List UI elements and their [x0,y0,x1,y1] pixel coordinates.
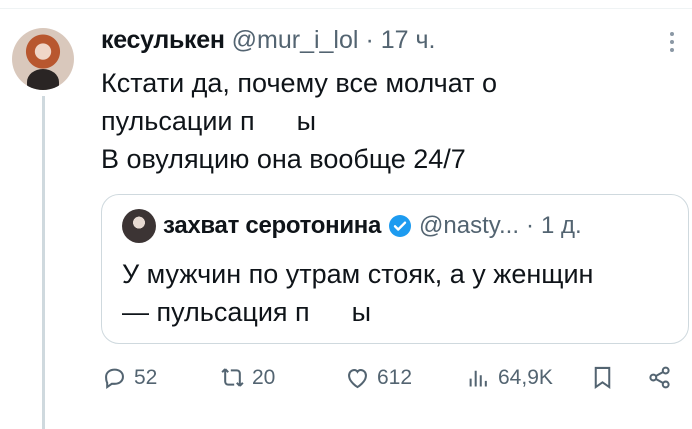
quote-author-name[interactable]: захват серотонина [163,212,381,240]
bookmark-button[interactable] [589,364,616,391]
share-icon [649,366,670,389]
quote-line-1: У мужчин по утрам стояк, а у женщин [122,259,594,289]
action-bar: 52 20 612 64,9K [101,364,686,404]
views-button[interactable]: 64,9K [465,364,553,391]
author-name[interactable]: кесулькен [101,26,225,55]
retweet-count: 20 [252,365,276,389]
top-divider [0,8,692,9]
tweet-line-2: пульсации п ы [101,102,497,140]
tweet-header: кесулькен @mur_i_lol · 17 ч. [101,26,436,55]
bookmark-icon [594,366,611,390]
censor-block [254,110,297,135]
quote-line-2: — пульсация п ы [122,293,593,331]
tweet-text: Кстати да, почему все молчат о пульсации… [101,64,497,178]
quote-text: У мужчин по утрам стояк, а у женщин — пу… [122,255,593,331]
more-icon[interactable] [662,28,682,56]
reply-count: 52 [134,365,158,389]
quote-line-2-start: — пульсация п [122,297,310,327]
tweet-line-2-end: ы [296,106,317,136]
retweet-icon [221,368,244,387]
views-icon [469,370,487,387]
retweet-button[interactable]: 20 [219,364,275,391]
separator-dot: · [365,26,374,54]
thread-line [42,96,45,429]
reply-button[interactable]: 52 [101,364,157,391]
like-count: 612 [377,365,413,389]
share-button[interactable] [646,364,673,391]
tweet-line-2-start: пульсации п [101,106,255,136]
quote-avatar[interactable] [122,209,156,243]
quote-author-handle[interactable]: @nasty... [419,212,519,240]
quote-time[interactable]: 1 д. [541,212,582,240]
like-icon [348,368,367,389]
quote-header: захват серотонина @nasty... · 1 д. [122,209,582,243]
author-avatar[interactable] [12,28,74,90]
reply-icon [105,368,124,390]
quoted-tweet[interactable]: захват серотонина @nasty... · 1 д. У муж… [101,194,689,344]
quote-separator-dot: · [525,212,534,239]
verified-icon [389,215,412,237]
like-button[interactable]: 612 [344,364,412,391]
quote-censor-block [309,301,352,326]
author-handle[interactable]: @mur_i_lol [232,26,359,55]
views-count: 64,9K [498,365,553,389]
quote-line-2-end: ы [351,297,372,327]
tweet-time[interactable]: 17 ч. [381,26,436,55]
tweet-line-3: В овуляцию она вообще 24/7 [101,144,466,174]
tweet-line-1: Кстати да, почему все молчат о [101,68,498,98]
